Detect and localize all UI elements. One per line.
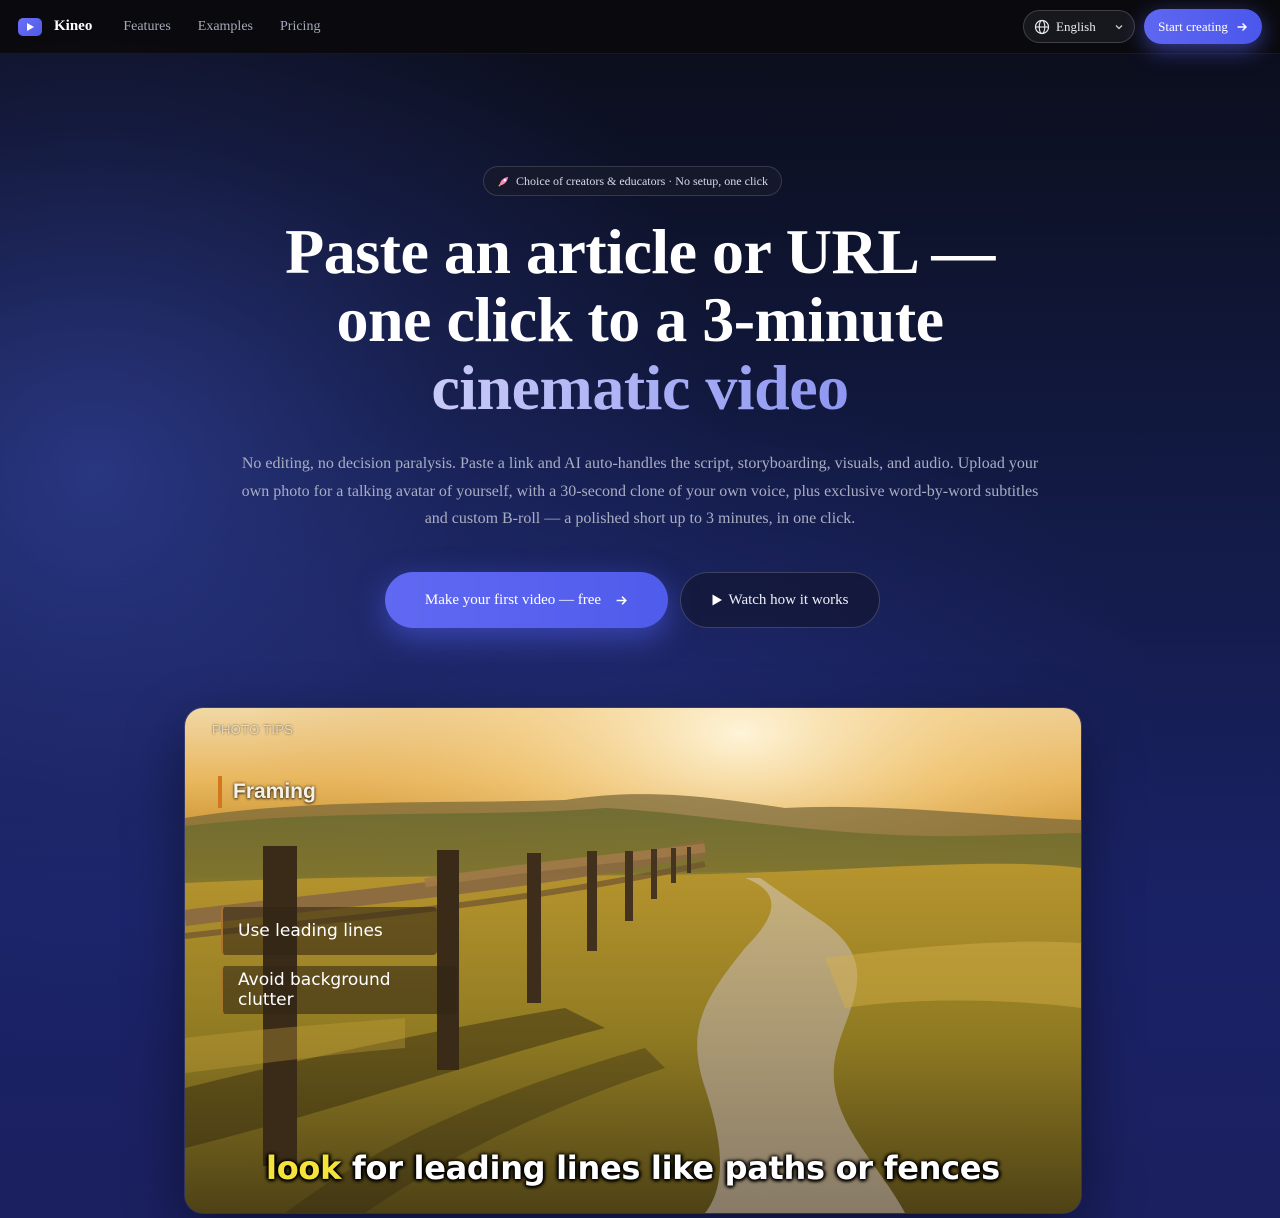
headline-accent: cinematic video xyxy=(431,352,849,423)
subtitle-highlight-word: look xyxy=(266,1149,342,1187)
logo-play-icon[interactable] xyxy=(18,17,42,36)
nav-actions: English Start creating xyxy=(1023,9,1262,44)
arrow-right-icon xyxy=(1237,22,1247,31)
chevron-down-icon xyxy=(1115,24,1123,29)
cta-label: Make your first video — free xyxy=(424,591,602,608)
video-preview[interactable]: PHOTO TIPS Framing Use leading lines Avo… xyxy=(185,708,1081,1213)
landscape-image xyxy=(185,708,1081,1213)
headline-line-2: one click to a 3-minute xyxy=(336,284,944,355)
badge-text: Choice of creators & educators · No setu… xyxy=(516,173,768,188)
language-select[interactable]: English xyxy=(1023,10,1135,43)
arrow-right-icon xyxy=(616,595,627,605)
video-subtitle: look for leading lines like paths or fen… xyxy=(185,1149,1081,1187)
hero-badge: Choice of creators & educators · No setu… xyxy=(483,166,782,196)
headline-line-1: Paste an article or URL — xyxy=(285,216,995,287)
brand-name[interactable]: Kineo xyxy=(54,18,92,35)
top-nav: Kineo Features Examples Pricing English … xyxy=(0,0,1280,54)
video-overline: PHOTO TIPS xyxy=(212,722,294,737)
hero-subtext: No editing, no decision paralysis. Paste… xyxy=(241,455,1039,527)
watch-how-it-works-button[interactable]: Watch how it works xyxy=(680,572,880,628)
tip-card-background-clutter: Avoid background clutter xyxy=(221,966,457,1014)
hero-headline: Paste an article or URL — one click to a… xyxy=(240,218,1040,422)
start-creating-label: Start creating xyxy=(1158,18,1228,34)
nav-link-features[interactable]: Features xyxy=(123,19,170,35)
make-first-video-button[interactable]: Make your first video — free xyxy=(385,572,668,628)
language-label: English xyxy=(1056,18,1096,34)
start-creating-button[interactable]: Start creating xyxy=(1144,9,1262,44)
rocket-icon xyxy=(498,176,509,187)
watch-label: Watch how it works xyxy=(728,591,849,608)
play-icon xyxy=(712,594,723,606)
video-heading: Framing xyxy=(233,780,316,803)
tip-card-leading-lines: Use leading lines xyxy=(221,907,437,955)
nav-links: Features Examples Pricing xyxy=(123,19,347,35)
globe-icon xyxy=(1034,19,1050,34)
subtitle-rest: for leading lines like paths or fences xyxy=(351,1149,1000,1187)
nav-link-pricing[interactable]: Pricing xyxy=(280,19,320,35)
nav-link-examples[interactable]: Examples xyxy=(198,19,253,35)
framing-accent-bar xyxy=(218,776,222,808)
